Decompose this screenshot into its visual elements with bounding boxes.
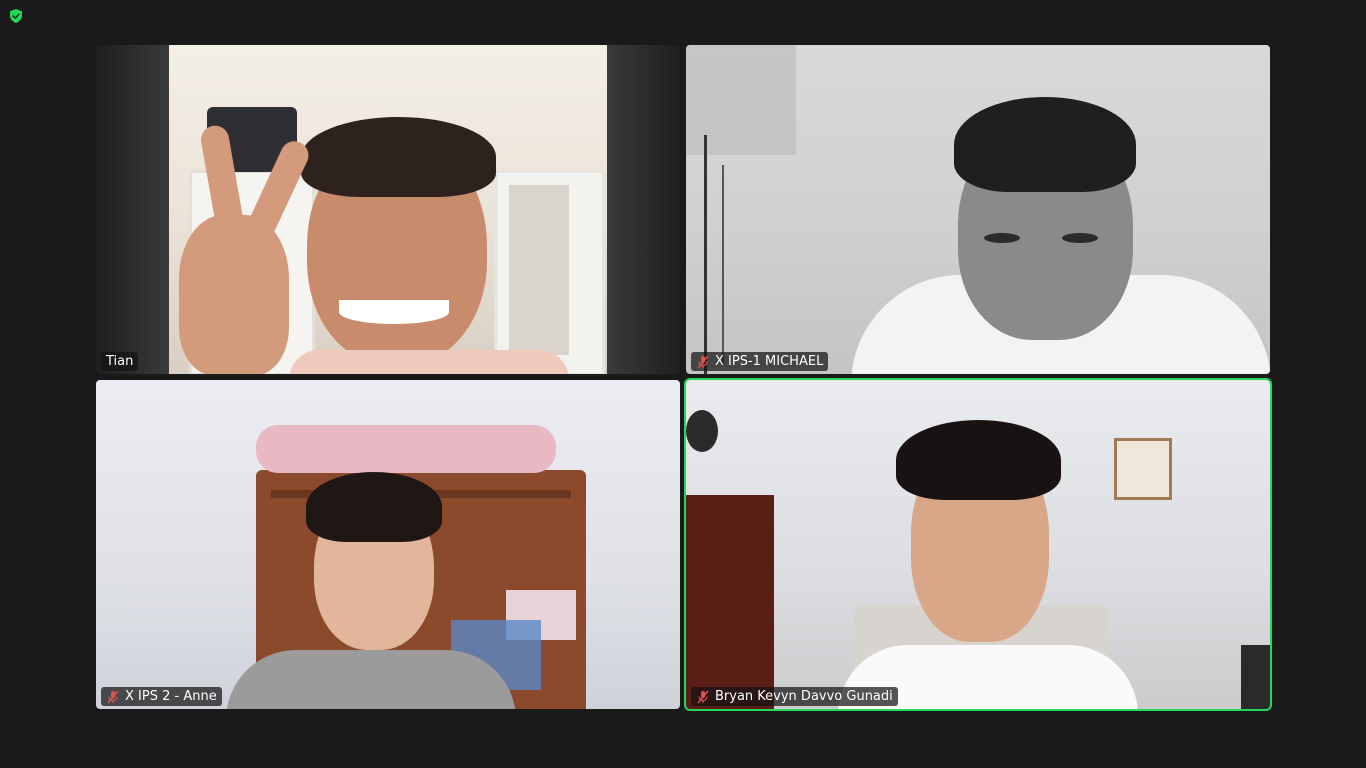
muted-mic-icon <box>106 690 120 704</box>
participant-name-tag: X IPS 2 - Anne <box>101 687 222 706</box>
muted-mic-icon <box>696 690 710 704</box>
letterbox-right <box>607 45 680 374</box>
participant-name-tag: Bryan Kevyn Davvo Gunadi <box>691 687 898 706</box>
participant-video <box>96 380 680 709</box>
participant-video <box>169 45 607 374</box>
participant-name-tag: Tian <box>101 352 139 371</box>
participant-name: X IPS 2 - Anne <box>125 689 217 704</box>
video-tile-anne[interactable]: X IPS 2 - Anne <box>96 380 680 709</box>
muted-mic-icon <box>696 355 710 369</box>
letterbox-left <box>96 45 169 374</box>
participant-name-tag: X IPS-1 MICHAEL <box>691 352 829 371</box>
participant-name: Tian <box>106 354 134 369</box>
participant-name: X IPS-1 MICHAEL <box>715 354 824 369</box>
participant-name: Bryan Kevyn Davvo Gunadi <box>715 689 893 704</box>
video-tile-michael[interactable]: X IPS-1 MICHAEL <box>686 45 1270 374</box>
participant-video <box>686 45 1270 374</box>
video-tile-tian[interactable]: Tian <box>96 45 680 374</box>
video-tile-bryan[interactable]: Bryan Kevyn Davvo Gunadi <box>686 380 1270 709</box>
shield-check-icon[interactable] <box>8 8 24 24</box>
participant-video <box>686 380 1270 709</box>
